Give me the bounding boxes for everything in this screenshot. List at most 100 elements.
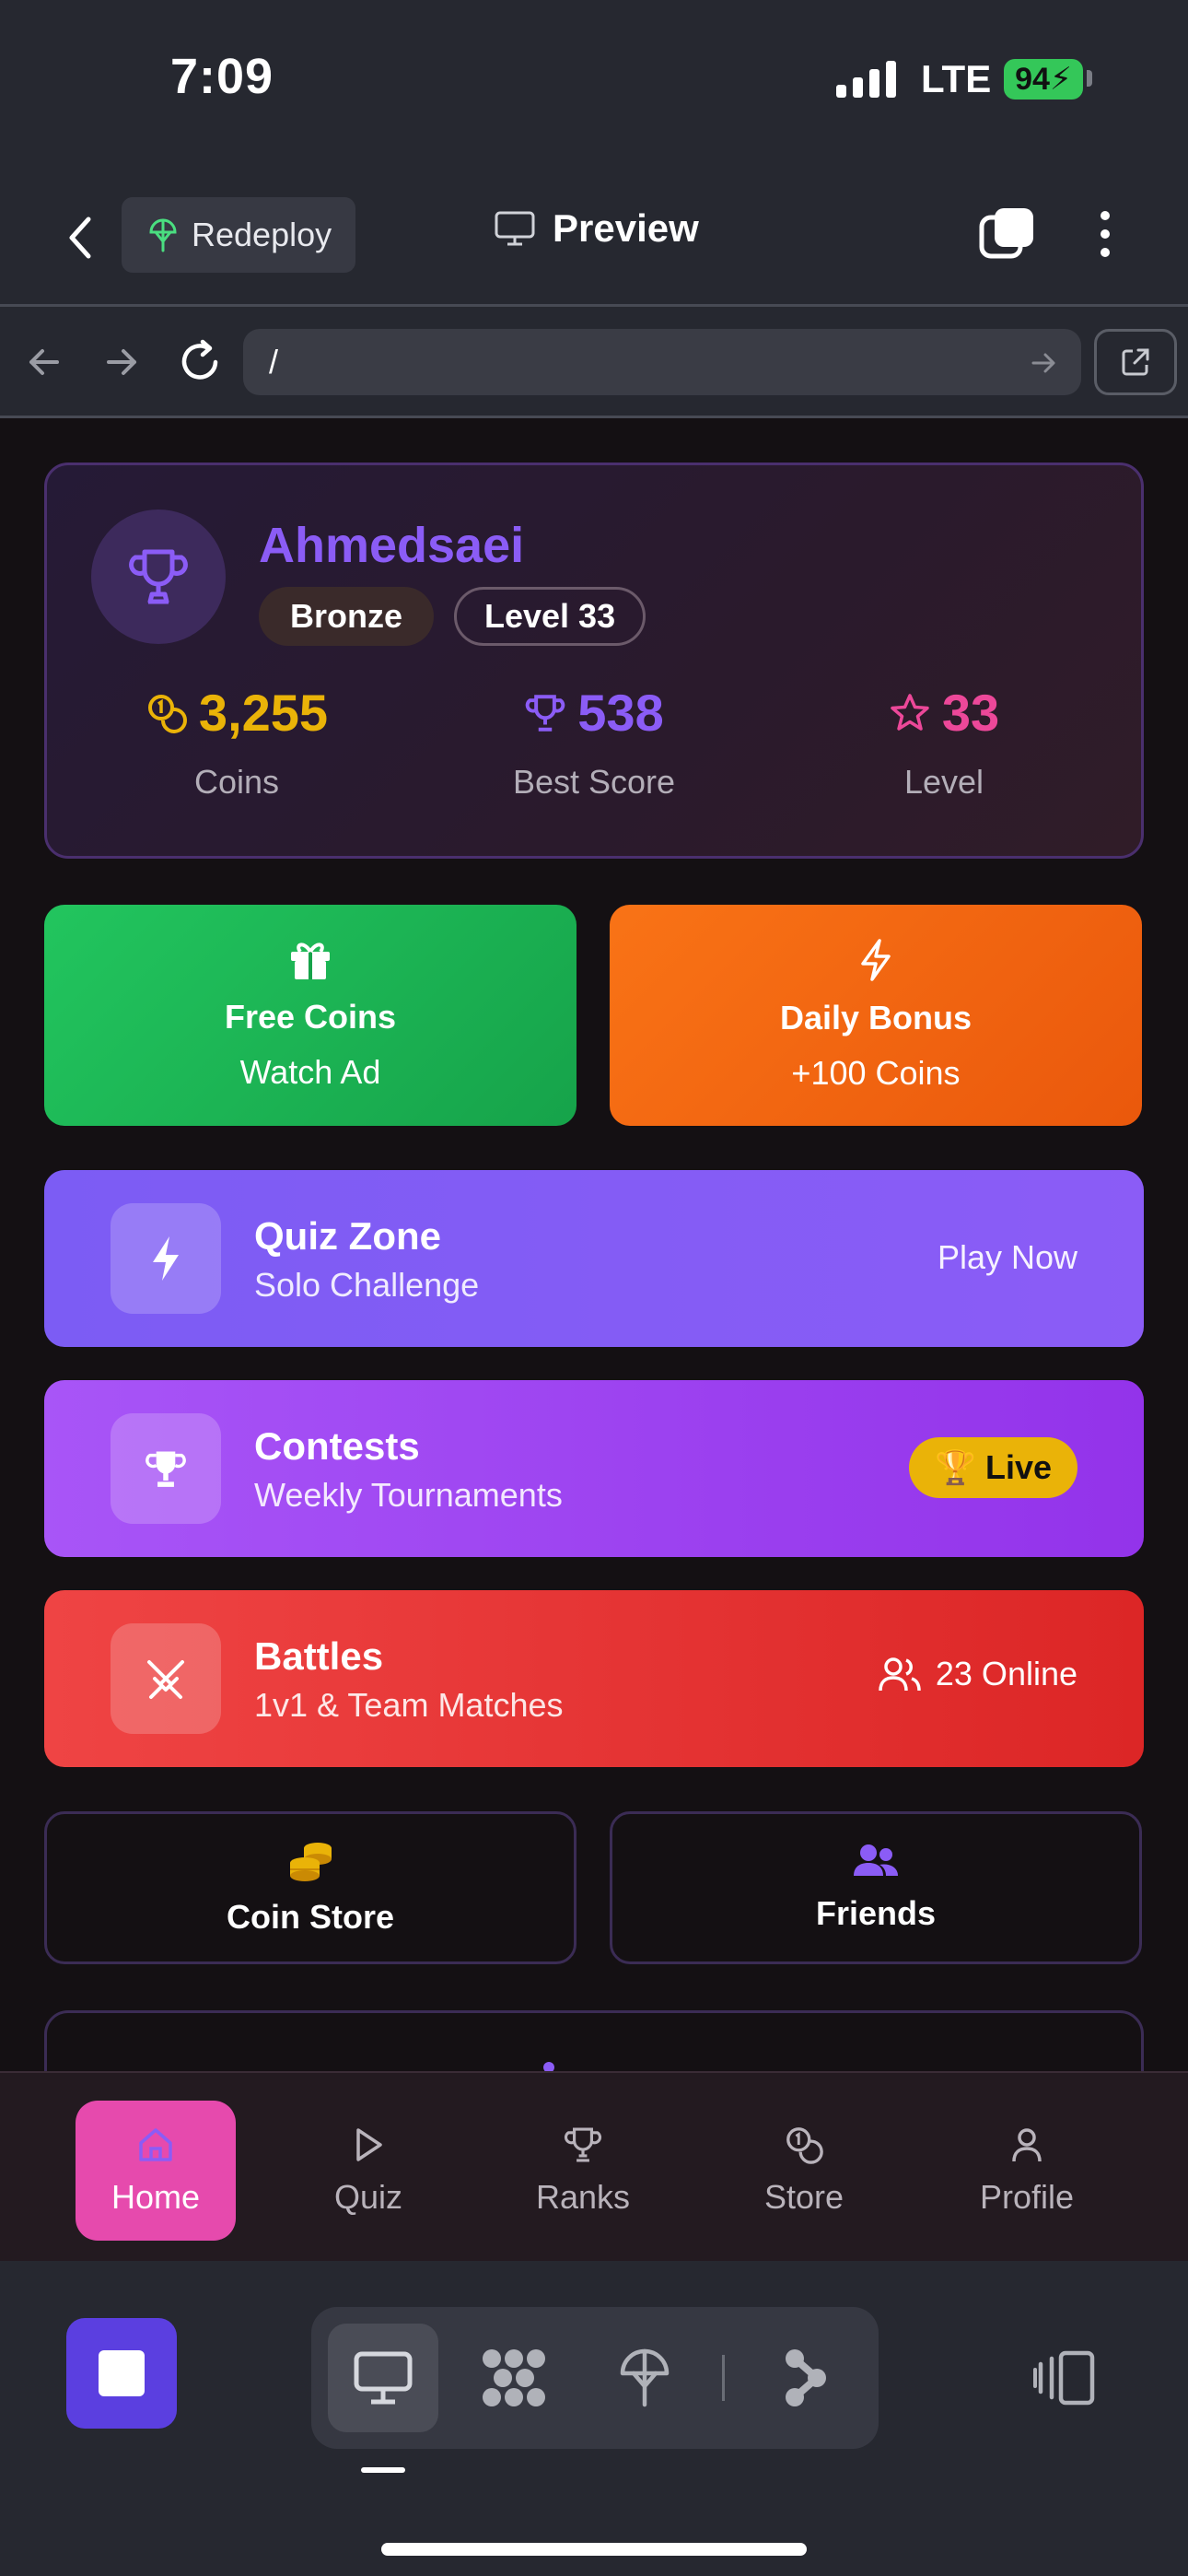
layout-toggle-button[interactable] xyxy=(1031,2349,1098,2406)
url-text: / xyxy=(269,343,279,381)
stat-level: 33 Level xyxy=(769,683,1119,802)
quiz-zone-card[interactable]: Quiz Zone Solo Challenge Play Now xyxy=(44,1170,1144,1347)
stat-value: 33 xyxy=(941,684,1000,742)
ide-toolbar xyxy=(0,2261,1188,2576)
stat-coins: 3,255 Coins xyxy=(62,683,412,802)
nav-ranks[interactable]: Ranks xyxy=(503,2101,663,2241)
url-input[interactable]: / xyxy=(243,329,1081,395)
daily-bonus-button[interactable]: Daily Bonus +100 Coins xyxy=(610,905,1142,1126)
branch-icon xyxy=(786,2349,826,2406)
nav-label: Store xyxy=(763,2178,844,2216)
more-vertical-icon xyxy=(1101,211,1110,257)
battles-card[interactable]: Battles 1v1 & Team Matches 23 Online xyxy=(44,1590,1144,1767)
stat-label: Level xyxy=(903,763,984,801)
go-arrow-icon xyxy=(1031,353,1055,373)
promo-subtitle: +100 Coins xyxy=(791,1054,961,1092)
mode-subtitle: Weekly Tournaments xyxy=(254,1476,563,1514)
play-now-link[interactable]: Play Now xyxy=(938,1238,1077,1277)
tabs-button[interactable] xyxy=(978,205,1037,263)
home-indicator[interactable] xyxy=(381,2543,807,2556)
friends-button[interactable]: Friends xyxy=(610,1811,1142,1964)
redeploy-button[interactable]: Redeploy xyxy=(122,197,355,273)
back-button[interactable] xyxy=(57,208,103,267)
preview-tool-button[interactable] xyxy=(328,2324,438,2432)
mode-icon-box xyxy=(111,1623,221,1734)
gift-icon xyxy=(291,943,330,979)
stat-value: 538 xyxy=(577,684,664,742)
username: Ahmedsaei xyxy=(259,518,525,573)
play-icon xyxy=(356,2128,382,2161)
trophy-icon xyxy=(525,694,565,732)
deploy-icon xyxy=(149,218,177,252)
mode-icon-box xyxy=(111,1413,221,1524)
live-label: Live xyxy=(984,1448,1052,1486)
reload-icon xyxy=(181,339,218,380)
monitor-icon xyxy=(354,2351,413,2405)
tile-label: Coin Store xyxy=(226,1898,394,1936)
git-tool-button[interactable] xyxy=(750,2324,860,2432)
promo-title: Free Coins xyxy=(224,998,397,1036)
coins-icon xyxy=(147,694,187,733)
battery-icon: 94 ⚡ xyxy=(1004,59,1083,100)
nav-quiz[interactable]: Quiz xyxy=(288,2101,448,2241)
app-bottom-nav: Home Quiz Ranks Store Profile xyxy=(0,2071,1188,2261)
external-link-icon xyxy=(1122,348,1149,376)
redeploy-label: Redeploy xyxy=(192,216,332,253)
mode-subtitle: 1v1 & Team Matches xyxy=(254,1686,564,1724)
star-icon xyxy=(891,693,929,731)
avatar xyxy=(91,509,226,644)
lightning-icon xyxy=(861,939,891,981)
recent-section-card xyxy=(44,2010,1144,2071)
open-external-button[interactable] xyxy=(1094,329,1177,395)
free-coins-button[interactable]: Free Coins Watch Ad xyxy=(44,905,577,1126)
battery-cap xyxy=(1087,70,1092,87)
tool-group xyxy=(311,2307,879,2449)
promo-subtitle: Watch Ad xyxy=(239,1053,381,1091)
swords-icon xyxy=(147,1660,184,1699)
user-icon xyxy=(1012,2128,1042,2162)
arrow-right-icon xyxy=(107,349,136,375)
mode-title: Quiz Zone xyxy=(254,1214,441,1258)
monitor-icon xyxy=(495,211,535,246)
active-tool-indicator xyxy=(361,2467,405,2473)
nav-store[interactable]: Store xyxy=(724,2101,884,2241)
trophy-icon xyxy=(564,2127,602,2162)
stop-icon xyxy=(99,2350,145,2396)
level-badge: Level 33 xyxy=(454,587,646,646)
trophy-icon xyxy=(146,1451,186,1487)
signal-icon xyxy=(836,61,899,98)
coin-store-button[interactable]: Coin Store xyxy=(44,1811,577,1964)
nav-profile[interactable]: Profile xyxy=(947,2101,1107,2241)
home-icon xyxy=(139,2128,172,2161)
mode-icon-box xyxy=(111,1203,221,1314)
url-bar: / xyxy=(0,304,1188,418)
deploy-tool-button[interactable] xyxy=(589,2324,700,2432)
more-button[interactable] xyxy=(1087,205,1124,263)
promo-title: Daily Bonus xyxy=(779,999,973,1036)
stat-label: Coins xyxy=(193,763,280,801)
stop-button[interactable] xyxy=(66,2318,177,2429)
nav-label: Ranks xyxy=(535,2178,631,2216)
reload-button[interactable] xyxy=(177,336,223,386)
lightning-icon xyxy=(153,1236,179,1281)
agent-tool-button[interactable] xyxy=(459,2324,569,2432)
status-time: 7:09 xyxy=(170,49,274,104)
chevron-left-icon xyxy=(69,217,91,259)
nav-home[interactable]: Home xyxy=(76,2101,236,2241)
nav-label: Quiz xyxy=(333,2178,403,2216)
deploy-icon xyxy=(620,2348,670,2407)
split-view-icon xyxy=(1033,2350,1095,2406)
nav-label: Profile xyxy=(979,2178,1075,2216)
stat-label: Best Score xyxy=(512,763,676,801)
profile-card: Ahmedsaei Bronze Level 33 3,255 Coins 53… xyxy=(44,463,1144,859)
arrow-left-icon xyxy=(29,349,59,375)
charging-icon: ⚡ xyxy=(1049,62,1072,97)
status-bar: 7:09 LTE 94 ⚡ xyxy=(0,0,1188,157)
contests-card[interactable]: Contests Weekly Tournaments 🏆 Live xyxy=(44,1380,1144,1557)
browser-forward-button[interactable] xyxy=(99,340,144,384)
users-icon xyxy=(879,1657,921,1692)
coin-stack-icon xyxy=(290,1843,332,1881)
tabs-icon xyxy=(979,208,1033,259)
tile-label: Friends xyxy=(815,1894,937,1932)
browser-back-button[interactable] xyxy=(22,340,66,384)
